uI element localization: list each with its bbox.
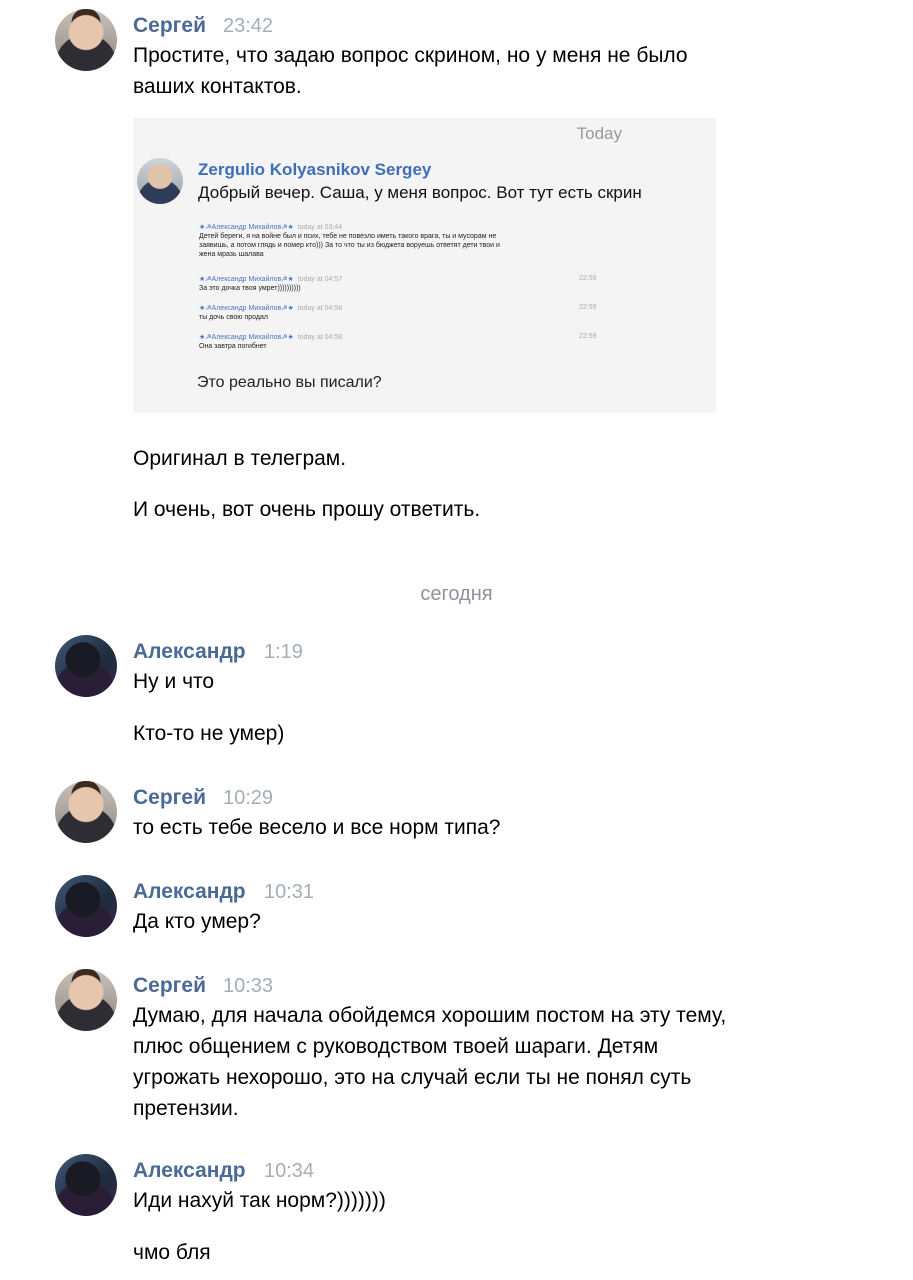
inner-right-time: 22:59 <box>579 275 597 282</box>
date-divider: сегодня <box>420 583 493 605</box>
inner-message: ★☭Александр Михайлов☭★ today at 03:44 Дет… <box>199 223 500 259</box>
inner-time: today at 04:58 <box>297 334 343 341</box>
avatar-alexander[interactable] <box>55 1154 117 1216</box>
inner-time: today at 04:57 <box>297 276 343 283</box>
avatar-sergey[interactable] <box>55 969 117 1031</box>
screenshot-avatar <box>137 158 183 204</box>
sender-name[interactable]: Сергей <box>133 786 206 810</box>
message-time: 1:19 <box>264 641 303 663</box>
message-text: чмо бля <box>133 1241 211 1264</box>
inner-message: ★☭Александр Михайлов☭★ today at 04:58 Она… <box>199 333 342 351</box>
sender-name[interactable]: Александр <box>133 1159 246 1183</box>
inner-text: жена мразь шалава <box>199 251 264 258</box>
message-text: И очень, вот очень прошу ответить. <box>133 498 481 521</box>
message-time: 10:31 <box>264 881 315 903</box>
message-text: ваших контактов. <box>133 75 302 98</box>
attached-screenshot[interactable]: Today Zergulio Kolyasnikov Sergey Добрый… <box>133 118 716 413</box>
message-time: 10:33 <box>223 975 274 997</box>
inner-right-time: 22:59 <box>579 333 597 340</box>
inner-text: За это дочка твоя умрет)))))))))) <box>199 285 301 292</box>
inner-text: Детей береги, я на войне был и псих, теб… <box>199 233 497 240</box>
inner-text: заявишь, а потом глядь и помер кто))) За… <box>199 242 500 249</box>
inner-sender: ★☭Александр Михайлов☭★ <box>199 276 294 283</box>
avatar-sergey[interactable] <box>55 9 117 71</box>
message-text: то есть тебе весело и все норм типа? <box>133 816 501 839</box>
avatar-alexander[interactable] <box>55 635 117 697</box>
message-text: Ну и что <box>133 670 215 693</box>
screenshot-date-label: Today <box>576 124 622 143</box>
inner-sender: ★☭Александр Михайлов☭★ <box>199 224 294 231</box>
message-text: Кто-то не умер) <box>133 722 285 745</box>
sender-name[interactable]: Александр <box>133 880 246 904</box>
inner-text: ты дочь свою продал <box>199 314 268 321</box>
message-time: 10:34 <box>264 1160 315 1182</box>
screenshot-sender: Zergulio Kolyasnikov Sergey <box>198 160 432 179</box>
message-text: претензии. <box>133 1097 239 1120</box>
inner-text: Она завтра погибнет <box>199 343 267 350</box>
inner-sender: ★☭Александр Михайлов☭★ <box>199 305 294 312</box>
inner-message: ★☭Александр Михайлов☭★ today at 04:57 За … <box>199 275 342 293</box>
avatar-alexander[interactable] <box>55 875 117 937</box>
inner-sender: ★☭Александр Михайлов☭★ <box>199 334 294 341</box>
screenshot-question: Это реально вы писали? <box>197 374 382 391</box>
sender-name[interactable]: Александр <box>133 640 246 664</box>
inner-time: today at 04:58 <box>297 305 343 312</box>
inner-time: today at 03:44 <box>297 224 343 231</box>
sender-name[interactable]: Сергей <box>133 974 206 998</box>
sender-name[interactable]: Сергей <box>133 14 206 38</box>
message-time: 10:29 <box>223 787 274 809</box>
message-time: 23:42 <box>223 15 274 37</box>
avatar-sergey[interactable] <box>55 781 117 843</box>
inner-right-time: 22:59 <box>579 304 597 311</box>
message-text: угрожать нехорошо, это на случай если ты… <box>133 1066 692 1089</box>
message-text: Иди нахуй так норм?))))))) <box>133 1189 386 1212</box>
message-text: Оригинал в телеграм. <box>133 447 347 470</box>
message-text: плюс общением с руководством твоей шараг… <box>133 1035 659 1058</box>
message-text: Да кто умер? <box>133 910 261 933</box>
message-text: Простите, что задаю вопрос скрином, но у… <box>133 44 688 67</box>
inner-message: ★☭Александр Михайлов☭★ today at 04:58 ты … <box>199 304 342 322</box>
screenshot-text: Добрый вечер. Саша, у меня вопрос. Вот т… <box>198 183 642 202</box>
message-text: Думаю, для начала обойдемся хорошим пост… <box>133 1004 727 1027</box>
